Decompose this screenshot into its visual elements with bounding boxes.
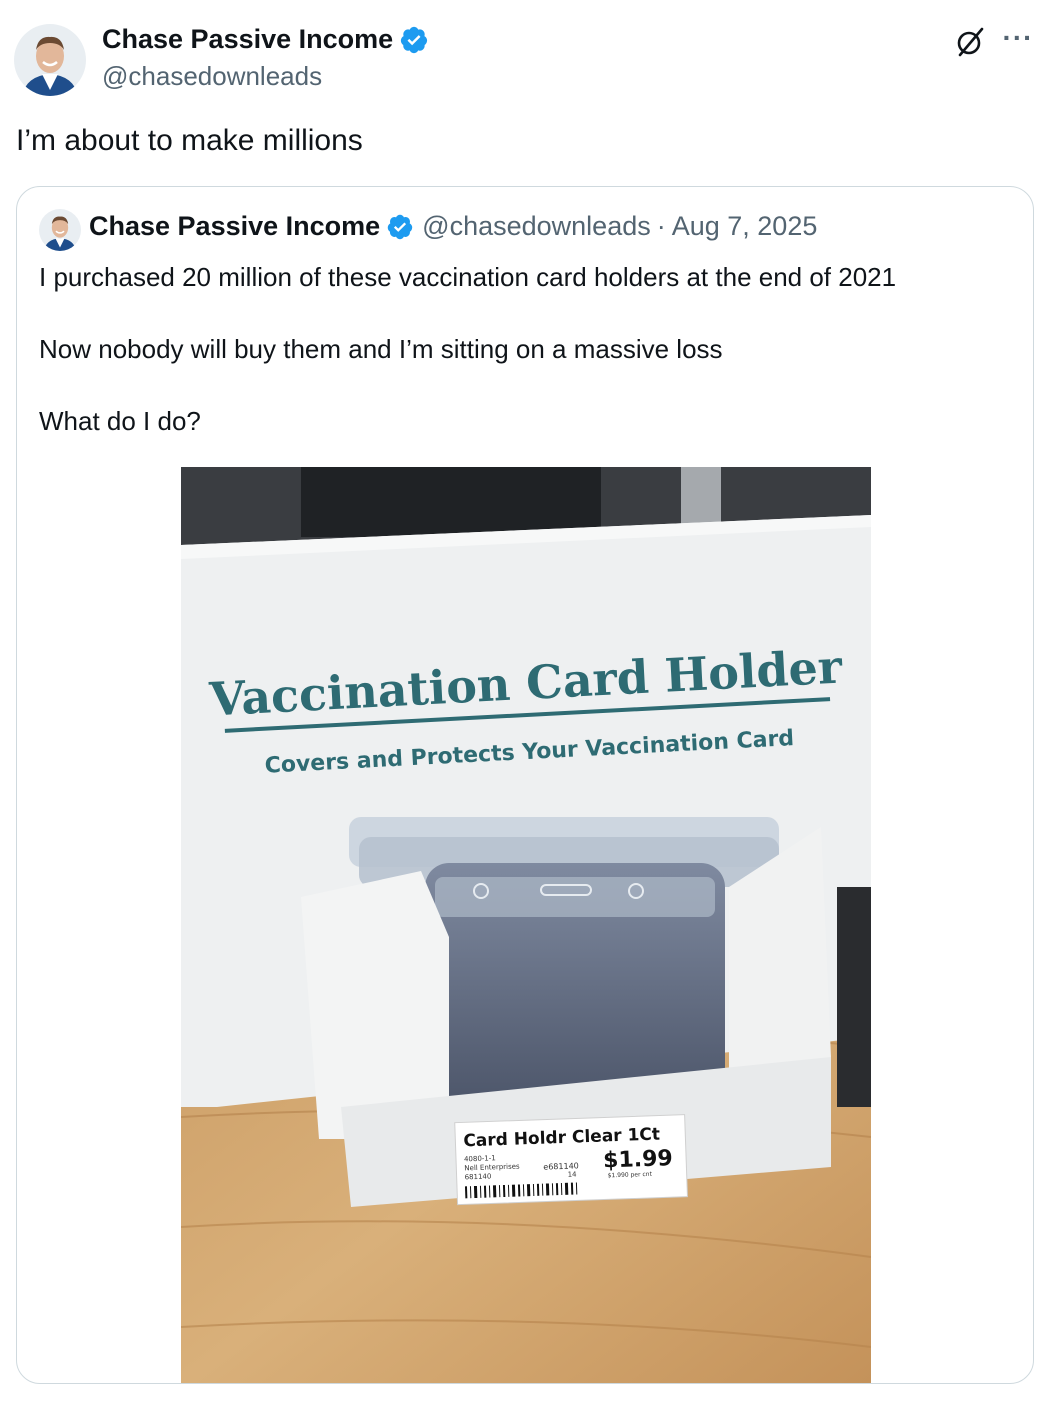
- author-handle[interactable]: @chasedownleads: [102, 61, 322, 92]
- grok-icon[interactable]: [952, 24, 988, 60]
- tweet-text: I’m about to make millions: [16, 124, 363, 157]
- quoted-author-name[interactable]: Chase Passive Income: [89, 211, 380, 242]
- tag-code: 681140: [465, 1172, 492, 1181]
- verified-badge-icon: [387, 214, 413, 239]
- quoted-tweet-header: Chase Passive Income @chasedownleads · A…: [89, 211, 817, 242]
- header-separator: ·: [656, 211, 666, 241]
- quoted-paragraph: What do I do?: [39, 406, 201, 436]
- tweet-photo[interactable]: Vaccination Card Holder Covers and Prote…: [181, 467, 871, 1383]
- tag-code: 4080-1-1: [464, 1154, 496, 1163]
- more-options-icon[interactable]: ···: [1000, 24, 1036, 56]
- quoted-tweet-text: I purchased 20 million of these vaccinat…: [39, 259, 1009, 439]
- tweet: Chase Passive Income @chasedownleads ···…: [0, 0, 1060, 1406]
- price-text: $1.99: [603, 1146, 673, 1173]
- quoted-tweet[interactable]: Chase Passive Income @chasedownleads · A…: [16, 186, 1034, 1384]
- quoted-paragraph: I purchased 20 million of these vaccinat…: [39, 262, 897, 292]
- quoted-author-avatar[interactable]: [39, 209, 81, 251]
- quoted-tweet-date[interactable]: Aug 7, 2025: [672, 211, 818, 242]
- quoted-author-handle[interactable]: @chasedownleads: [422, 211, 651, 242]
- author-name-text[interactable]: Chase Passive Income: [102, 24, 393, 55]
- tag-code: 14: [567, 1170, 577, 1178]
- quoted-paragraph: Now nobody will buy them and I’m sitting…: [39, 334, 723, 364]
- author-name[interactable]: Chase Passive Income: [102, 24, 429, 55]
- author-avatar[interactable]: [14, 24, 86, 96]
- verified-badge-icon: [401, 26, 428, 53]
